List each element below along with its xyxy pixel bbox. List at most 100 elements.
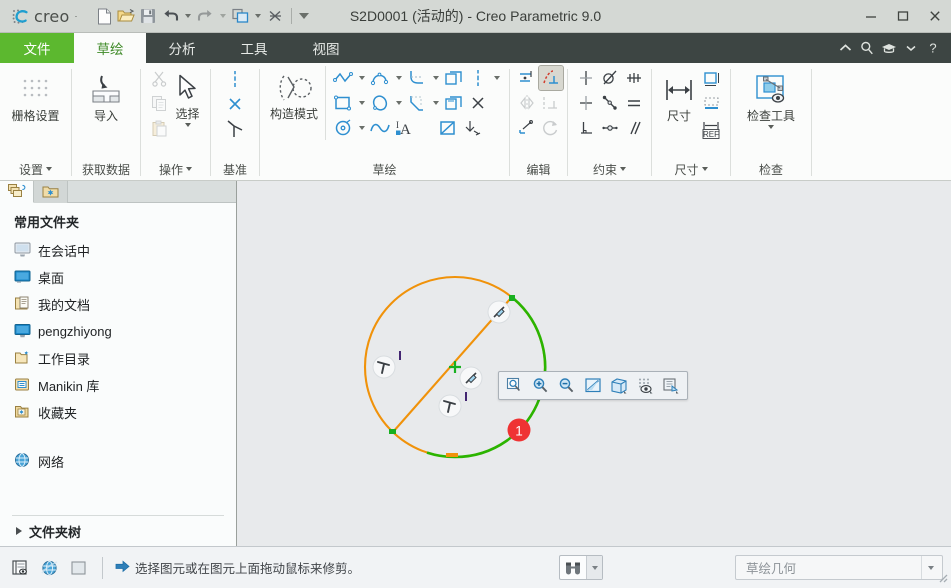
ellipse-button[interactable] [331,116,355,140]
toggle-panel-icon[interactable] [66,556,90,580]
tab-view[interactable]: 视图 [290,33,362,63]
annotation-display-icon[interactable] [658,374,684,397]
sidebar-item-my-documents[interactable]: 我的文档 [0,291,236,318]
chamfer-dropdown-icon[interactable] [429,91,442,115]
help-icon[interactable]: ? [923,33,943,63]
corner-button[interactable] [515,116,539,140]
fillet-dropdown-icon[interactable] [429,66,442,90]
equal-constraint-button[interactable] [622,91,646,115]
datum-display-icon[interactable] [632,374,658,397]
line-dropdown-icon[interactable] [355,66,368,90]
tab-analysis[interactable]: 分析 [146,33,218,63]
rectangle-dropdown-icon[interactable] [355,91,368,115]
sidebar-item-network[interactable]: 网络 [0,448,236,475]
learning-dropdown-icon[interactable] [901,33,921,63]
tab-sketch[interactable]: 草绘 [74,33,146,63]
redo-dropdown-icon[interactable] [216,4,229,28]
zoom-box-icon[interactable] [502,374,528,397]
offset-button[interactable] [442,66,466,90]
save-button[interactable] [137,4,159,28]
circle-button[interactable] [368,91,392,115]
perpendicular-constraint-button[interactable] [574,116,598,140]
paste-button[interactable] [147,116,171,140]
sidebar-item-in-session[interactable]: 在会话中 [0,237,236,264]
regenerate-button[interactable] [229,4,251,28]
ribbon-group-dimension-label[interactable]: 尺寸 [652,158,730,180]
sidebar-item-desktop[interactable]: 桌面 [0,264,236,291]
perimeter-dimension-button[interactable] [700,68,724,92]
collapse-ribbon-icon[interactable] [835,33,855,63]
select-dropdown-icon[interactable] [184,123,191,127]
sidebar-item-working-directory[interactable]: 工作目录 [0,345,236,372]
tab-tools[interactable]: 工具 [218,33,290,63]
ribbon-group-constrain-label[interactable]: 约束 [568,158,651,180]
symmetric-constraint-button[interactable] [598,116,622,140]
qat-overflow-button[interactable] [297,4,310,28]
thicken-button[interactable] [442,91,466,115]
point-button[interactable] [223,92,247,116]
regenerate-dropdown-icon[interactable] [251,4,264,28]
close-button[interactable] [919,0,951,33]
import-button[interactable]: 导入 [78,68,134,127]
display-style-icon[interactable] [606,374,632,397]
line-chain-button[interactable] [331,66,355,90]
palette-button[interactable] [460,116,484,140]
rotate-resize-button[interactable] [539,116,563,140]
learning-connector-icon[interactable] [879,33,899,63]
chamfer-button[interactable] [405,91,429,115]
grid-settings-button[interactable]: 栅格设置 [6,68,65,127]
ribbon-group-operations-label[interactable]: 操作 [141,158,210,180]
sidebar-item-favorites[interactable]: 收藏夹 [0,399,236,426]
baseline-dimension-button[interactable] [700,93,724,117]
circle-dropdown-icon[interactable] [392,91,405,115]
model-tree-tab[interactable] [0,181,34,203]
midpoint-constraint-button[interactable] [622,66,646,90]
zoom-in-icon[interactable] [528,374,554,397]
maximize-button[interactable] [887,0,919,33]
centerline-dropdown-icon[interactable] [490,66,503,90]
ellipse-dropdown-icon[interactable] [355,116,368,140]
inspect-tools-button[interactable]: 检查工具 [737,68,805,133]
construction-mode-button[interactable]: 构造模式 [266,66,322,125]
text-button[interactable]: AI [392,116,422,140]
favorites-tab[interactable] [34,181,68,203]
centerline-sketch-button[interactable] [466,66,490,90]
dimension-button[interactable]: 尺寸 [658,68,700,127]
parallel-constraint-button[interactable] [622,116,646,140]
search-icon[interactable] [857,33,877,63]
spline-button[interactable] [368,116,392,140]
mirror-button[interactable] [515,91,539,115]
divide-button[interactable] [539,91,563,115]
cut-button[interactable] [147,66,171,90]
tab-file[interactable]: 文件 [0,33,74,63]
selection-filter-dropdown[interactable]: 草绘几何 [735,555,943,580]
undo-dropdown-icon[interactable] [181,4,194,28]
ribbon-group-setup-label[interactable]: 设置 [0,158,71,180]
web-browser-icon[interactable] [37,556,61,580]
close-window-button[interactable] [264,4,286,28]
reference-dimension-button[interactable]: REF [700,118,724,142]
layer-display-icon[interactable] [8,556,32,580]
arc-3point-button[interactable] [368,66,392,90]
refit-icon[interactable] [580,374,606,397]
minimize-button[interactable] [855,0,887,33]
tangent-constraint-button[interactable] [598,66,622,90]
undo-button[interactable] [159,4,181,28]
coincident-constraint-button[interactable] [598,91,622,115]
sidebar-item-pengzhiyong[interactable]: pengzhiyong [0,318,236,345]
inspect-dropdown-icon[interactable] [768,125,774,129]
trim-button[interactable] [537,65,564,91]
zoom-out-icon[interactable] [554,374,580,397]
arc-dropdown-icon[interactable] [392,66,405,90]
project-button[interactable] [436,116,460,140]
delete-segment-button[interactable] [466,91,490,115]
modify-button[interactable] [515,66,539,90]
rectangle-button[interactable] [331,91,355,115]
graphics-canvas[interactable]: 1 [237,181,951,546]
coordinate-system-button[interactable] [223,117,247,141]
find-icon[interactable] [560,556,586,579]
copy-button[interactable] [147,91,171,115]
centerline-button[interactable] [223,67,247,91]
folder-tree-toggle[interactable]: 文件夹树 [0,516,236,546]
redo-button[interactable] [194,4,216,28]
